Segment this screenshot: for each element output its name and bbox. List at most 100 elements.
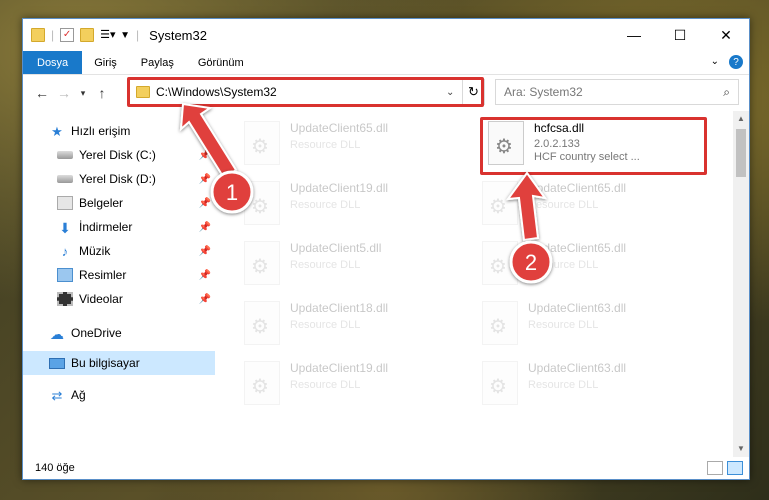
file-name: UpdateClient65.dll: [290, 121, 389, 135]
sidebar-item-videos[interactable]: Videolar 📌: [23, 287, 215, 311]
file-tile[interactable]: UpdateClient65.dll Resource DLL: [482, 181, 712, 237]
computer-icon: [49, 357, 65, 369]
file-tile[interactable]: UpdateClient18.dll Resource DLL: [244, 301, 474, 357]
sidebar-item-music[interactable]: ♪ Müzik 📌: [23, 239, 215, 263]
sidebar-item-this-pc[interactable]: Bu bilgisayar: [23, 351, 215, 375]
pin-icon[interactable]: 📌: [199, 198, 211, 209]
file-explorer-window: | ✓ ☰▾ ▼ | System32 — ☐ ✕ Dosya Giriş Pa…: [22, 18, 750, 480]
sidebar-item-network[interactable]: ⇄ Ağ: [23, 383, 215, 407]
star-icon: ★: [51, 124, 63, 139]
details-view-button[interactable]: [707, 461, 723, 475]
pin-icon[interactable]: 📌: [199, 270, 211, 281]
sidebar-item-label: Müzik: [79, 244, 111, 258]
sidebar-item-downloads[interactable]: ⬇ İndirmeler 📌: [23, 215, 215, 239]
refresh-button[interactable]: ↻: [462, 80, 484, 104]
pin-icon[interactable]: 📌: [199, 150, 211, 161]
pin-icon[interactable]: 📌: [199, 174, 211, 185]
close-button[interactable]: ✕: [703, 19, 749, 51]
address-path[interactable]: C:\Windows\System32: [156, 85, 446, 99]
up-button[interactable]: ↑: [91, 85, 113, 101]
properties-icon[interactable]: ✓: [60, 28, 75, 42]
quick-access-toolbar: | ✓ ☰▾ ▼ |: [23, 28, 139, 42]
pictures-icon: [57, 268, 73, 282]
file-tile[interactable]: UpdateClient65.dll Resource DLL: [244, 121, 474, 177]
pin-icon[interactable]: 📌: [199, 222, 211, 233]
sidebar-item-label: Bu bilgisayar: [71, 356, 140, 370]
scroll-up-icon[interactable]: ▲: [733, 111, 749, 127]
scroll-down-icon[interactable]: ▼: [733, 441, 749, 457]
file-tile[interactable]: UpdateClient19.dll Resource DLL: [244, 361, 474, 417]
videos-icon: [57, 292, 73, 306]
qat-dropdown-icon[interactable]: ▼: [120, 30, 130, 41]
forward-button[interactable]: →: [53, 85, 75, 101]
cloud-icon: ☁: [50, 326, 64, 342]
sidebar-item-label: Yerel Disk (D:): [79, 172, 156, 186]
network-icon: ⇄: [51, 388, 63, 403]
search-icon[interactable]: ⌕: [723, 85, 730, 100]
tab-view[interactable]: Görünüm: [186, 51, 256, 74]
file-name: UpdateClient5.dll: [290, 241, 382, 255]
address-bar[interactable]: C:\Windows\System32 ⌄ ↻: [129, 79, 485, 105]
maximize-button[interactable]: ☐: [657, 19, 703, 51]
customize-icon[interactable]: ☰▾: [100, 28, 115, 42]
file-description: Resource DLL: [528, 199, 599, 211]
file-tile[interactable]: UpdateClient5.dll Resource DLL: [244, 241, 474, 297]
help-icon[interactable]: ?: [729, 55, 743, 69]
address-dropdown-icon[interactable]: ⌄: [446, 87, 462, 98]
sidebar-item-documents[interactable]: Belgeler 📌: [23, 191, 215, 215]
file-description: Resource DLL: [528, 379, 599, 391]
window-controls: — ☐ ✕: [611, 19, 749, 51]
tab-file[interactable]: Dosya: [23, 51, 83, 74]
sidebar-item-quick-access[interactable]: ★ Hızlı erişim: [23, 119, 215, 143]
sidebar-item-local-disk-c[interactable]: Yerel Disk (C:) 📌: [23, 143, 215, 167]
pin-icon[interactable]: 📌: [199, 294, 211, 305]
file-tile[interactable]: UpdateClient63.dll Resource DLL: [482, 361, 712, 417]
file-tile[interactable]: UpdateClient63.dll Resource DLL: [482, 301, 712, 357]
dll-file-icon: [482, 181, 518, 225]
file-description: Resource DLL: [290, 379, 361, 391]
tab-share[interactable]: Paylaş: [129, 51, 186, 74]
file-name: UpdateClient19.dll: [290, 361, 389, 375]
sidebar-item-onedrive[interactable]: ☁ OneDrive: [23, 321, 215, 345]
sidebar-item-label: Resimler: [79, 268, 127, 282]
file-description: Resource DLL: [290, 139, 361, 151]
tiles-view-button[interactable]: [727, 461, 743, 475]
drive-icon: [57, 151, 73, 159]
file-list: UpdateClient65.dll Resource DLL UpdateCli…: [216, 111, 749, 457]
file-tile[interactable]: UpdateClient65.dll Resource DLL: [482, 241, 712, 297]
search-input[interactable]: Ara: System32 ⌕: [495, 79, 739, 105]
new-folder-icon[interactable]: [80, 28, 95, 42]
dll-file-icon: [244, 181, 280, 225]
folder-icon: [136, 86, 150, 98]
documents-icon: [57, 196, 73, 210]
tab-home[interactable]: Giriş: [82, 51, 129, 74]
explorer-body: ★ Hızlı erişim Yerel Disk (C:) 📌 Yerel D…: [23, 111, 749, 457]
minimize-button[interactable]: —: [611, 19, 657, 51]
file-description: Resource DLL: [290, 199, 361, 211]
sidebar-item-label: Yerel Disk (C:): [79, 148, 156, 162]
expand-ribbon-icon[interactable]: ⌄: [711, 56, 719, 67]
vertical-scrollbar[interactable]: ▲ ▼: [733, 111, 749, 457]
back-button[interactable]: ←: [31, 85, 53, 101]
file-description: Resource DLL: [290, 319, 361, 331]
title-bar: | ✓ ☰▾ ▼ | System32 — ☐ ✕: [23, 19, 749, 51]
recent-locations-button[interactable]: ▾: [75, 88, 91, 99]
scrollbar-thumb[interactable]: [736, 129, 746, 177]
music-icon: ♪: [61, 244, 69, 259]
dll-file-icon: [482, 241, 518, 285]
file-description: Resource DLL: [528, 319, 599, 331]
item-count: 140 öğe: [35, 462, 75, 474]
file-name: UpdateClient18.dll: [290, 301, 389, 315]
separator: |: [136, 28, 140, 42]
sidebar-item-pictures[interactable]: Resimler 📌: [23, 263, 215, 287]
pin-icon[interactable]: 📌: [199, 246, 211, 257]
sidebar-item-label: Belgeler: [79, 196, 124, 210]
window-title: System32: [149, 27, 207, 43]
sidebar-item-label: İndirmeler: [79, 220, 133, 234]
file-name: UpdateClient65.dll: [528, 241, 627, 255]
download-icon: ⬇: [59, 220, 71, 236]
sidebar-item-local-disk-d[interactable]: Yerel Disk (D:) 📌: [23, 167, 215, 191]
status-bar: 140 öğe: [23, 457, 749, 479]
drive-icon: [57, 175, 73, 183]
file-tile[interactable]: UpdateClient19.dll Resource DLL: [244, 181, 474, 237]
